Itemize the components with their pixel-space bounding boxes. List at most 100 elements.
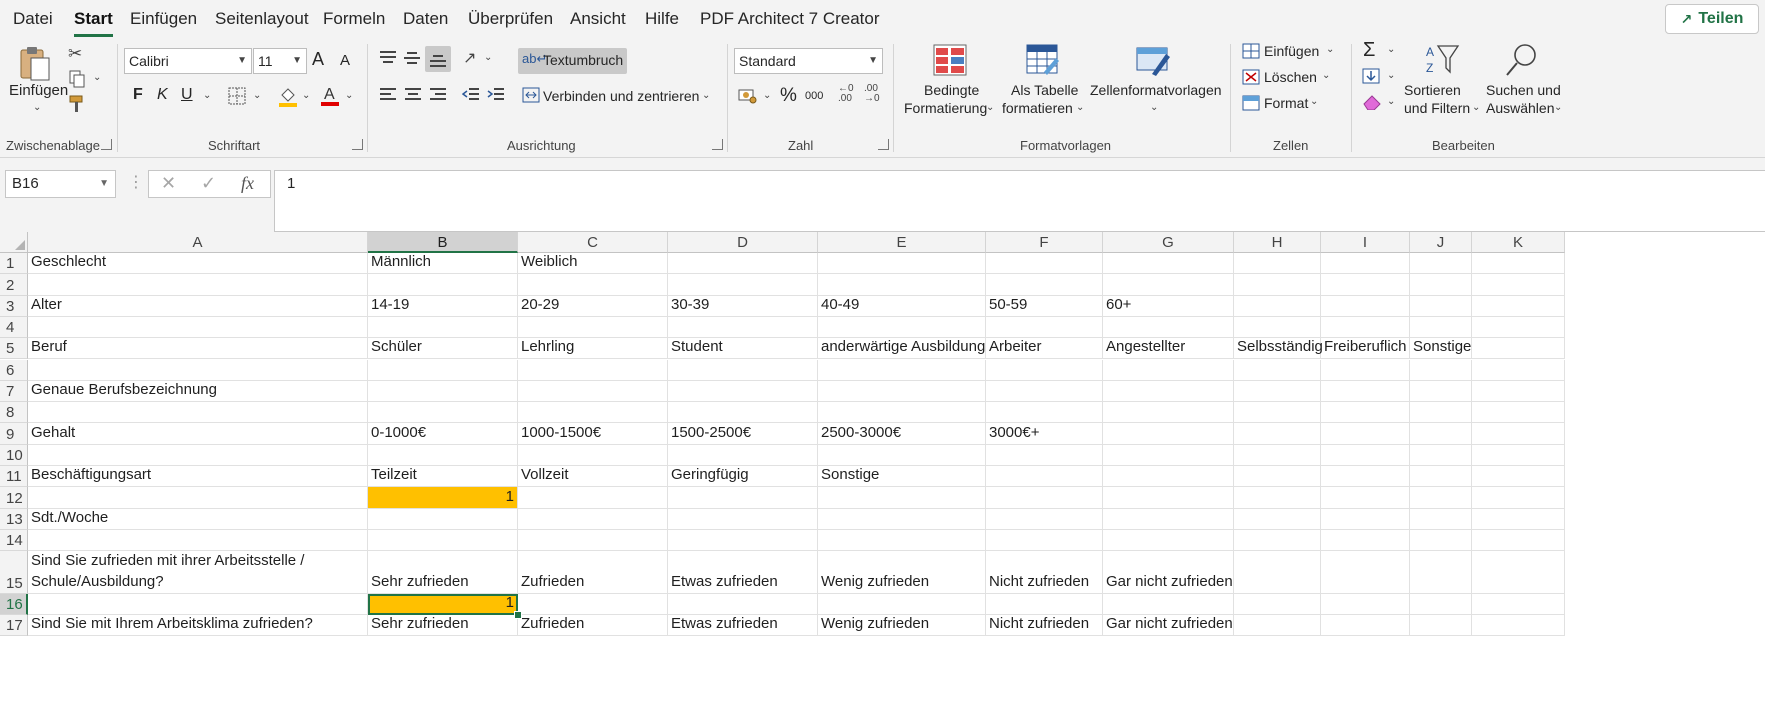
cell-k2[interactable] [1472,274,1565,296]
cell-e16[interactable] [818,593,986,616]
cell-c13[interactable] [518,508,668,530]
cell-k5[interactable] [1472,338,1565,360]
column-header-j[interactable]: J [1410,232,1472,253]
conditional-formatting-button[interactable]: Bedingte Formatierung ⌄ [900,42,996,118]
format-cells-button[interactable]: Format [1264,95,1308,111]
paste-button[interactable]: Einfügen ⌄ [6,42,68,118]
cell-c10[interactable] [518,444,668,466]
cell-h11[interactable] [1234,466,1321,488]
cell-h4[interactable] [1234,316,1321,339]
cell-b3[interactable]: 14-19 [368,295,518,317]
cell-c8[interactable] [518,402,668,424]
cell-g12[interactable] [1103,487,1234,509]
cell-i9[interactable] [1321,423,1410,445]
cell-a11[interactable]: Beschäftigungsart [28,466,368,488]
row-header-4[interactable]: 4 [0,316,28,339]
cell-i13[interactable] [1321,508,1410,530]
cell-a6[interactable] [28,359,368,381]
delete-cells-icon[interactable] [1242,69,1260,90]
column-header-h[interactable]: H [1234,232,1321,253]
clear-dropdown-icon[interactable]: ⌄ [1387,96,1395,107]
cut-icon[interactable]: ✂ [68,44,82,64]
sort-filter-button[interactable]: A Z Sortieren und Filtern ⌄ [1402,42,1480,118]
cell-k16[interactable] [1472,593,1565,616]
cell-b13[interactable] [368,508,518,530]
copy-dropdown-icon[interactable]: ⌄ [93,72,101,83]
cell-b11[interactable]: Teilzeit [368,466,518,488]
cell-d5[interactable]: Student [668,338,818,360]
cell-i11[interactable] [1321,466,1410,488]
merge-dropdown-icon[interactable]: ⌄ [702,90,710,101]
orientation-dropdown-icon[interactable]: ⌄ [484,52,492,63]
cell-b14[interactable] [368,529,518,552]
column-header-b[interactable]: B [368,232,518,253]
align-center-icon[interactable] [404,87,422,108]
cell-j15[interactable] [1410,551,1472,594]
cell-c4[interactable] [518,316,668,339]
cell-j8[interactable] [1410,402,1472,424]
column-header-g[interactable]: G [1103,232,1234,253]
cell-a4[interactable] [28,316,368,339]
cell-g16[interactable] [1103,593,1234,616]
cell-a12[interactable] [28,487,368,509]
cell-k4[interactable] [1472,316,1565,339]
cell-e3[interactable]: 40-49 [818,295,986,317]
column-header-d[interactable]: D [668,232,818,253]
cell-i12[interactable] [1321,487,1410,509]
cell-j13[interactable] [1410,508,1472,530]
cell-g2[interactable] [1103,274,1234,296]
align-left-icon[interactable] [379,87,397,108]
column-header-c[interactable]: C [518,232,668,253]
cell-d17[interactable]: Etwas zufrieden [668,615,818,637]
cell-g5[interactable]: Angestellter [1103,338,1234,360]
cell-i16[interactable] [1321,593,1410,616]
cell-f1[interactable] [986,253,1103,275]
formula-input[interactable]: 1 [274,170,1765,232]
borders-icon[interactable] [228,87,246,110]
cell-i7[interactable] [1321,380,1410,403]
cell-d9[interactable]: 1500-2500€ [668,423,818,445]
cell-k7[interactable] [1472,380,1565,403]
cell-h2[interactable] [1234,274,1321,296]
cell-j4[interactable] [1410,316,1472,339]
cell-e4[interactable] [818,316,986,339]
cell-c9[interactable]: 1000-1500€ [518,423,668,445]
fill-handle[interactable] [514,611,522,620]
cell-f14[interactable] [986,529,1103,552]
cell-e8[interactable] [818,402,986,424]
cell-j14[interactable] [1410,529,1472,552]
row-header-13[interactable]: 13 [0,508,28,530]
align-bottom-icon[interactable] [429,52,447,73]
tab-start[interactable]: Start [74,9,113,37]
cell-f8[interactable] [986,402,1103,424]
cell-j12[interactable] [1410,487,1472,509]
align-middle-icon[interactable] [403,50,421,71]
cell-k1[interactable] [1472,253,1565,275]
cell-a16[interactable] [28,593,368,616]
cell-f2[interactable] [986,274,1103,296]
delete-dropdown-icon[interactable]: ⌄ [1322,70,1330,81]
cell-g3[interactable]: 60+ [1103,295,1234,317]
cell-f15[interactable]: Nicht zufrieden [986,551,1103,594]
cell-j2[interactable] [1410,274,1472,296]
column-header-a[interactable]: A [28,232,368,253]
cell-a9[interactable]: Gehalt [28,423,368,445]
cell-g13[interactable] [1103,508,1234,530]
cell-d15[interactable]: Etwas zufrieden [668,551,818,594]
cell-j3[interactable] [1410,295,1472,317]
cell-g14[interactable] [1103,529,1234,552]
cell-k14[interactable] [1472,529,1565,552]
font-name-dropdown[interactable]: Calibri ▼ [124,48,252,74]
cell-k17[interactable] [1472,615,1565,637]
tab-hilfe[interactable]: Hilfe [645,9,679,29]
cell-k10[interactable] [1472,444,1565,466]
cell-h8[interactable] [1234,402,1321,424]
row-header-9[interactable]: 9 [0,423,28,445]
cell-h12[interactable] [1234,487,1321,509]
share-button[interactable]: ↗ Teilen [1665,4,1759,34]
cell-i4[interactable] [1321,316,1410,339]
cell-a1[interactable]: Geschlecht [28,253,368,275]
cell-e6[interactable] [818,359,986,381]
alignment-launcher-icon[interactable] [712,139,723,150]
cell-h5[interactable]: Selbsständig [1234,338,1323,360]
